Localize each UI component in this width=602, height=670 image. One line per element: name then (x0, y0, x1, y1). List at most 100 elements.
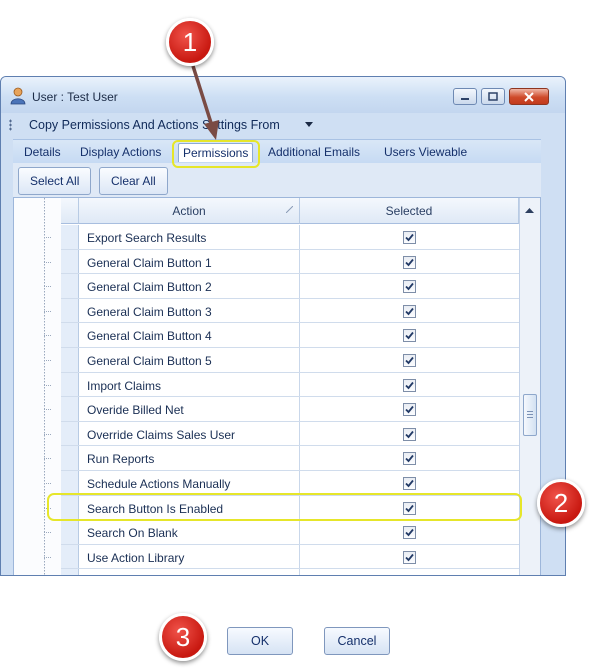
row-indicator[interactable] (61, 471, 79, 495)
tab-display-actions[interactable]: Display Actions (80, 145, 161, 159)
sort-icon (286, 206, 293, 213)
selected-cell (299, 471, 519, 495)
row-indicator[interactable] (61, 274, 79, 298)
ok-button[interactable]: OK (227, 627, 293, 655)
tree-connector-tick (44, 483, 52, 484)
user-icon (10, 87, 26, 105)
selected-checkbox[interactable] (403, 304, 416, 318)
tree-connector-tick (44, 556, 52, 558)
select-all-button[interactable]: Select All (18, 167, 92, 195)
table-row[interactable]: General Claim Button 5 (44, 348, 519, 373)
table-row[interactable]: Use Action Library (44, 544, 519, 570)
checkmark-icon (405, 381, 414, 389)
checkmark-icon (405, 332, 414, 340)
table-row[interactable]: Import Claims (44, 372, 519, 398)
selected-cell (299, 569, 519, 576)
tree-connector-tick (44, 360, 52, 361)
scroll-up-arrow-icon[interactable] (522, 206, 537, 216)
checkmark-icon (405, 283, 414, 291)
row-indicator[interactable] (61, 520, 79, 544)
row-indicator[interactable] (61, 323, 79, 347)
vertical-scrollbar[interactable] (519, 198, 540, 575)
checkmark-icon (405, 356, 414, 365)
row-indicator[interactable] (61, 569, 79, 575)
tree-connector-tick (44, 409, 52, 411)
row-indicator[interactable] (61, 372, 79, 397)
selected-checkbox[interactable] (403, 255, 416, 269)
selected-checkbox[interactable] (403, 526, 416, 540)
checkmark-icon (405, 258, 414, 266)
selected-column-header[interactable]: Selected (300, 198, 519, 224)
selected-cell (299, 249, 519, 274)
selected-checkbox[interactable] (403, 354, 416, 367)
action-cell: General Claim Button 2 (87, 280, 212, 295)
selected-checkbox[interactable] (403, 280, 416, 294)
tab-details[interactable]: Details (24, 145, 61, 159)
action-cell: Import Claims (87, 378, 162, 393)
scrollbar-thumb[interactable] (523, 394, 537, 436)
clear-all-button[interactable]: Clear All (99, 167, 168, 195)
selected-header-label: Selected (385, 204, 433, 218)
table-row[interactable]: General Claim Button 1 (44, 249, 519, 275)
row-indicator[interactable] (61, 446, 79, 470)
selected-checkbox[interactable] (403, 378, 416, 392)
checkmark-icon (405, 455, 414, 463)
selected-checkbox[interactable] (403, 427, 416, 441)
tree-connector-tick (44, 532, 52, 534)
minimize-button[interactable] (453, 88, 477, 105)
table-row[interactable]: Search On Blank (44, 520, 519, 545)
selected-checkbox[interactable] (403, 231, 416, 244)
table-row[interactable]: General Claim Button 3 (44, 298, 519, 324)
row-indicator[interactable] (61, 225, 79, 249)
close-button[interactable] (509, 88, 549, 105)
table-row[interactable]: Overide Billed Net (44, 397, 519, 422)
action-cell: General Claim Button 3 (87, 304, 212, 319)
action-cell: General Claim Button 4 (87, 329, 212, 344)
row-indicator[interactable] (61, 544, 79, 569)
selected-checkbox[interactable] (403, 550, 416, 564)
table-row[interactable] (61, 569, 519, 576)
action-cell: Override Claims Sales User (87, 427, 236, 442)
action-cell: General Claim Button 1 (87, 255, 212, 270)
tree-connector-tick (44, 384, 52, 386)
tree-connector-tick (44, 458, 52, 460)
checkmark-icon (405, 479, 414, 488)
selected-cell (299, 225, 519, 249)
maximize-button[interactable] (481, 88, 505, 105)
row-indicator[interactable] (61, 249, 79, 274)
maximize-icon (488, 92, 498, 101)
table-row[interactable]: Export Search Results (44, 225, 519, 250)
table-row[interactable]: Run Reports (44, 446, 519, 471)
menu-bar: Copy Permissions And Actions Settings Fr… (1, 113, 565, 137)
table-row[interactable]: General Claim Button 4 (44, 323, 519, 348)
selected-checkbox[interactable] (403, 452, 416, 466)
row-indicator[interactable] (61, 397, 79, 421)
table-row[interactable]: Override Claims Sales User (44, 421, 519, 447)
selected-checkbox[interactable] (403, 329, 416, 343)
checkmark-icon (405, 406, 414, 414)
tree-connector-tick (44, 286, 52, 288)
action-column-header[interactable]: Action (79, 198, 300, 224)
tab-additional-emails[interactable]: Additional Emails (268, 145, 360, 159)
grid-toolbar: Select All Clear All (13, 163, 541, 197)
title-bar[interactable]: User : Test User (1, 77, 565, 113)
permissions-tab-highlight (172, 140, 260, 168)
table-row[interactable]: General Claim Button 2 (44, 274, 519, 299)
action-cell: Schedule Actions Manually (87, 477, 231, 491)
cancel-button[interactable]: Cancel (324, 627, 390, 655)
dropdown-arrow-icon[interactable] (305, 122, 313, 127)
checkmark-icon (405, 430, 414, 439)
tab-strip: Details Display Actions Permissions Addi… (13, 139, 541, 163)
row-indicator[interactable] (61, 298, 79, 323)
action-cell: General Claim Button 5 (87, 354, 212, 368)
tab-users-viewable[interactable]: Users Viewable (384, 145, 467, 159)
selected-checkbox[interactable] (403, 575, 416, 576)
copy-permissions-menu[interactable]: Copy Permissions And Actions Settings Fr… (29, 118, 280, 132)
tree-connector-tick (44, 261, 52, 263)
row-indicator[interactable] (61, 421, 79, 446)
selected-checkbox[interactable] (403, 477, 416, 490)
row-indicator[interactable] (61, 348, 79, 372)
table-row[interactable]: Schedule Actions Manually (44, 471, 519, 496)
toolbar-grip[interactable] (9, 119, 12, 131)
selected-checkbox[interactable] (403, 403, 416, 417)
